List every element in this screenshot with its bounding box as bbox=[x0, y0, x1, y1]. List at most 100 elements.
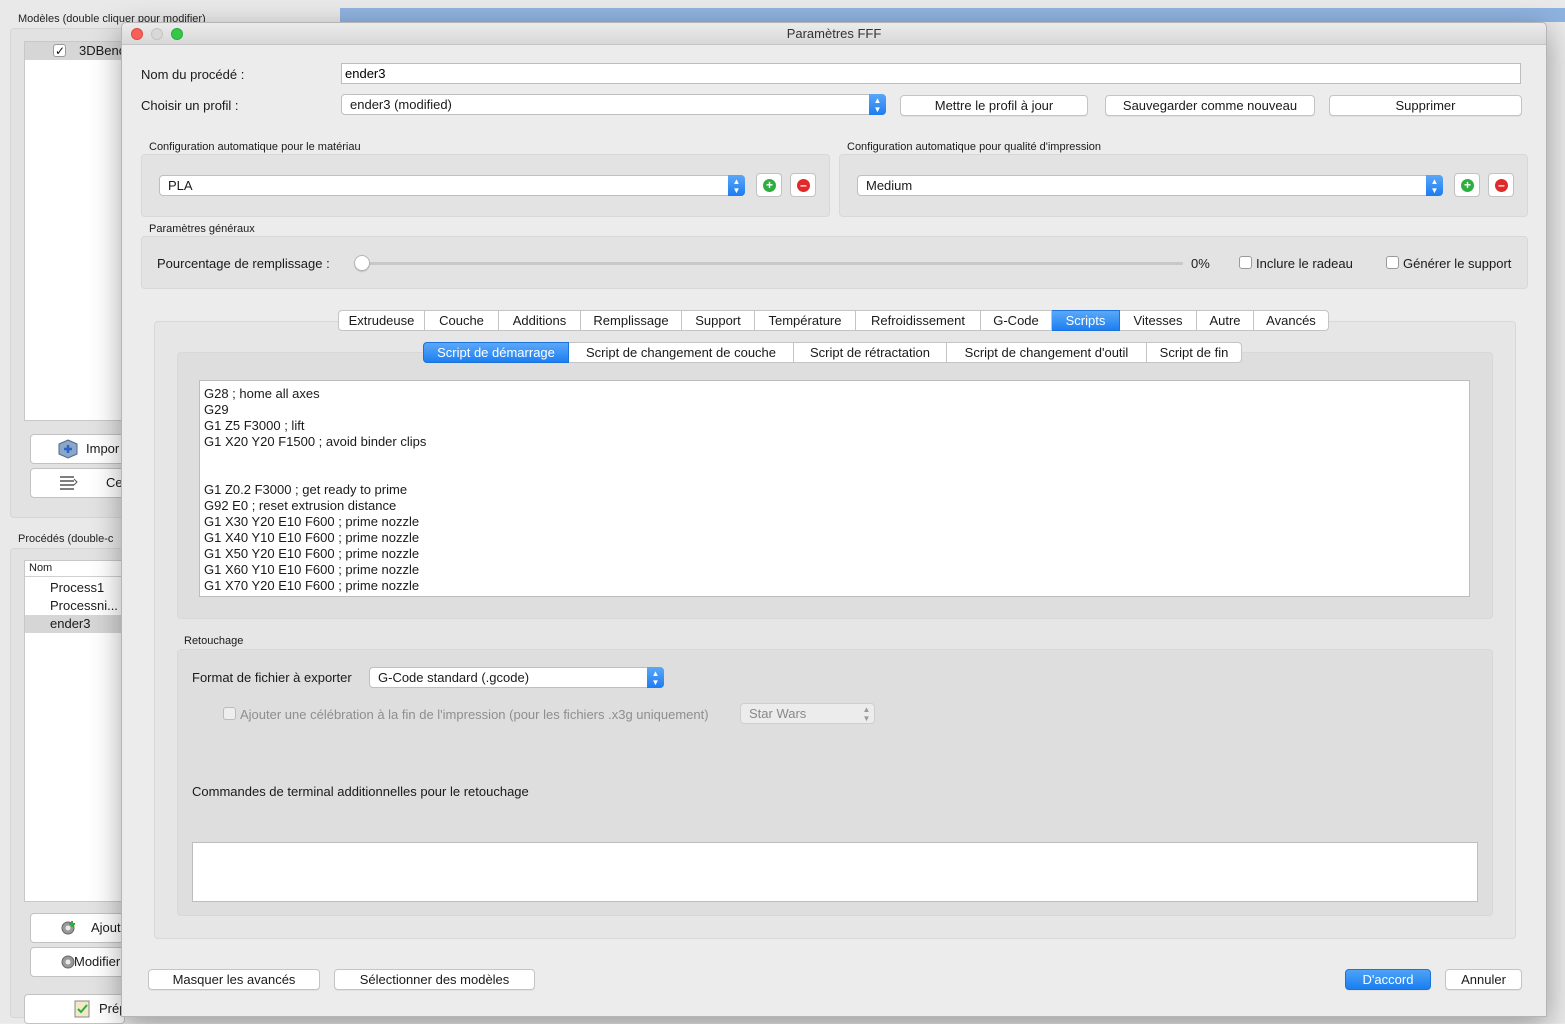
prepare-check-icon bbox=[74, 1000, 90, 1018]
update-profile-button[interactable]: Mettre le profil à jour bbox=[900, 95, 1088, 116]
minus-icon: – bbox=[1495, 179, 1508, 192]
tab-layer-change-script[interactable]: Script de changement de couche bbox=[569, 342, 794, 363]
model-checkbox[interactable] bbox=[53, 42, 66, 60]
add-process-button[interactable]: Ajout bbox=[30, 913, 125, 943]
quality-select[interactable]: Medium ▲ ▼ bbox=[857, 175, 1443, 196]
infill-slider-track[interactable] bbox=[354, 262, 1183, 265]
tab-avances[interactable]: Avancés bbox=[1254, 310, 1329, 331]
processes-list[interactable]: Nom Process1 Processni... ender3 bbox=[24, 560, 124, 902]
postprocess-group: Format de fichier à exporter G-Code stan… bbox=[177, 649, 1493, 916]
minus-icon: – bbox=[797, 179, 810, 192]
raft-checkbox[interactable] bbox=[1239, 256, 1252, 269]
models-list[interactable]: 3DBenc bbox=[24, 41, 126, 421]
tab-gcode[interactable]: G-Code bbox=[981, 310, 1052, 331]
process-name-label: Nom du procédé : bbox=[141, 67, 245, 82]
profile-select[interactable]: ender3 (modified) ▲ ▼ bbox=[341, 94, 886, 115]
tab-scripts[interactable]: Scripts bbox=[1052, 310, 1120, 331]
celebration-checkbox[interactable] bbox=[223, 707, 236, 720]
background-title-strip bbox=[340, 8, 1565, 22]
remove-material-button[interactable]: – bbox=[790, 173, 816, 197]
material-group-label: Configuration automatique pour le matéri… bbox=[149, 141, 361, 153]
plus-icon: + bbox=[1461, 179, 1474, 192]
terminal-commands-editor[interactable] bbox=[192, 842, 1478, 902]
list-item[interactable]: 3DBenc bbox=[25, 42, 126, 60]
tab-support[interactable]: Support bbox=[682, 310, 755, 331]
model-item-label: 3DBenc bbox=[79, 43, 126, 58]
tab-additions[interactable]: Additions bbox=[499, 310, 581, 331]
add-quality-button[interactable]: + bbox=[1454, 173, 1480, 197]
tab-refroidissement[interactable]: Refroidissement bbox=[856, 310, 981, 331]
list-item[interactable]: ender3 bbox=[25, 615, 123, 633]
dialog-titlebar: Paramètres FFF bbox=[122, 23, 1546, 45]
tab-tool-change-script[interactable]: Script de changement d'outil bbox=[947, 342, 1147, 363]
postprocess-label: Retouchage bbox=[184, 635, 244, 647]
celebration-select[interactable]: Star Wars ▲ ▼ bbox=[740, 703, 875, 724]
support-checkbox[interactable] bbox=[1386, 256, 1399, 269]
list-item[interactable]: Process1 bbox=[25, 579, 123, 597]
infill-value: 0% bbox=[1191, 256, 1210, 271]
list-arrange-icon bbox=[60, 476, 78, 490]
process-name-input[interactable] bbox=[341, 63, 1521, 84]
tab-temperature[interactable]: Température bbox=[755, 310, 856, 331]
minimize-window-button[interactable] bbox=[151, 28, 163, 40]
script-line: G1 X50 Y20 E10 F600 ; prime nozzle bbox=[204, 546, 420, 561]
center-button[interactable]: Ce bbox=[30, 468, 125, 498]
celebration-label: Ajouter une célébration à la fin de l'im… bbox=[240, 707, 709, 722]
material-group: PLA ▲ ▼ + – bbox=[141, 154, 830, 217]
script-line bbox=[204, 466, 1465, 482]
select-models-button[interactable]: Sélectionner des modèles bbox=[334, 969, 535, 990]
add-material-button[interactable]: + bbox=[756, 173, 782, 197]
infill-slider-knob[interactable] bbox=[354, 255, 370, 271]
quality-group: Medium ▲ ▼ + – bbox=[839, 154, 1528, 217]
gear-icon bbox=[61, 921, 75, 935]
hide-advanced-button[interactable]: Masquer les avancés bbox=[148, 969, 320, 990]
save-as-new-button[interactable]: Sauvegarder comme nouveau bbox=[1105, 95, 1315, 116]
script-line: G92 E0 ; reset extrusion distance bbox=[204, 498, 397, 513]
export-format-value: G-Code standard (.gcode) bbox=[378, 670, 530, 685]
script-line bbox=[204, 450, 1465, 466]
ok-button[interactable]: D'accord bbox=[1345, 969, 1431, 990]
quality-select-value: Medium bbox=[866, 178, 913, 193]
close-window-button[interactable] bbox=[131, 28, 143, 40]
remove-quality-button[interactable]: – bbox=[1488, 173, 1514, 197]
chevron-updown-icon: ▲ ▼ bbox=[862, 705, 871, 723]
delete-profile-button[interactable]: Supprimer bbox=[1329, 95, 1522, 116]
chevron-updown-icon: ▲ ▼ bbox=[869, 94, 886, 115]
list-item[interactable]: Processni... bbox=[25, 597, 123, 615]
script-subtabs: Script de démarrage Script de changement… bbox=[423, 342, 1242, 363]
profile-label: Choisir un profil : bbox=[141, 98, 239, 113]
quality-group-label: Configuration automatique pour qualité d… bbox=[847, 141, 1102, 153]
zoom-window-button[interactable] bbox=[171, 28, 183, 40]
tab-couche[interactable]: Couche bbox=[425, 310, 499, 331]
material-select-value: PLA bbox=[168, 178, 193, 193]
script-line: G1 X30 Y20 E10 F600 ; prime nozzle bbox=[204, 514, 420, 529]
tab-retraction-script[interactable]: Script de rétractation bbox=[794, 342, 947, 363]
material-select[interactable]: PLA ▲ ▼ bbox=[159, 175, 745, 196]
process-column-header[interactable]: Nom bbox=[25, 561, 123, 577]
tab-start-script[interactable]: Script de démarrage bbox=[423, 342, 569, 363]
script-line: G1 Z5 F3000 ; lift bbox=[204, 418, 305, 433]
tab-autre[interactable]: Autre bbox=[1197, 310, 1254, 331]
modify-process-button[interactable]: Modifier bbox=[30, 947, 125, 977]
general-settings-label: Paramètres généraux bbox=[149, 223, 255, 235]
export-format-select[interactable]: G-Code standard (.gcode) ▲ ▼ bbox=[369, 667, 664, 688]
general-settings-group: Pourcentage de remplissage : 0% Inclure … bbox=[141, 236, 1528, 289]
tab-end-script[interactable]: Script de fin bbox=[1147, 342, 1242, 363]
prepare-button[interactable]: Prép bbox=[24, 994, 126, 1024]
fff-settings-dialog: Paramètres FFF Nom du procédé : Choisir … bbox=[121, 22, 1547, 1017]
script-line: G1 X40 Y10 E10 F600 ; prime nozzle bbox=[204, 530, 420, 545]
dialog-title: Paramètres FFF bbox=[786, 26, 882, 41]
profile-select-value: ender3 (modified) bbox=[350, 97, 452, 112]
script-line: G1 X70 Y20 E10 F600 ; prime nozzle bbox=[204, 578, 420, 593]
tab-extrudeuse[interactable]: Extrudeuse bbox=[338, 310, 425, 331]
start-script-editor[interactable]: G28 ; home all axes G29 G1 Z5 F3000 ; lift… bbox=[199, 380, 1470, 597]
script-line: G1 X60 Y10 E10 F600 ; prime nozzle bbox=[204, 562, 420, 577]
tab-vitesses[interactable]: Vitesses bbox=[1120, 310, 1197, 331]
import-button[interactable]: Impor bbox=[30, 434, 125, 464]
export-format-label: Format de fichier à exporter bbox=[192, 670, 352, 685]
chevron-updown-icon: ▲ ▼ bbox=[647, 667, 664, 688]
tab-remplissage[interactable]: Remplissage bbox=[581, 310, 682, 331]
cancel-button[interactable]: Annuler bbox=[1445, 969, 1522, 990]
chevron-updown-icon: ▲ ▼ bbox=[728, 175, 745, 196]
terminal-commands-label: Commandes de terminal additionnelles pou… bbox=[192, 784, 529, 799]
